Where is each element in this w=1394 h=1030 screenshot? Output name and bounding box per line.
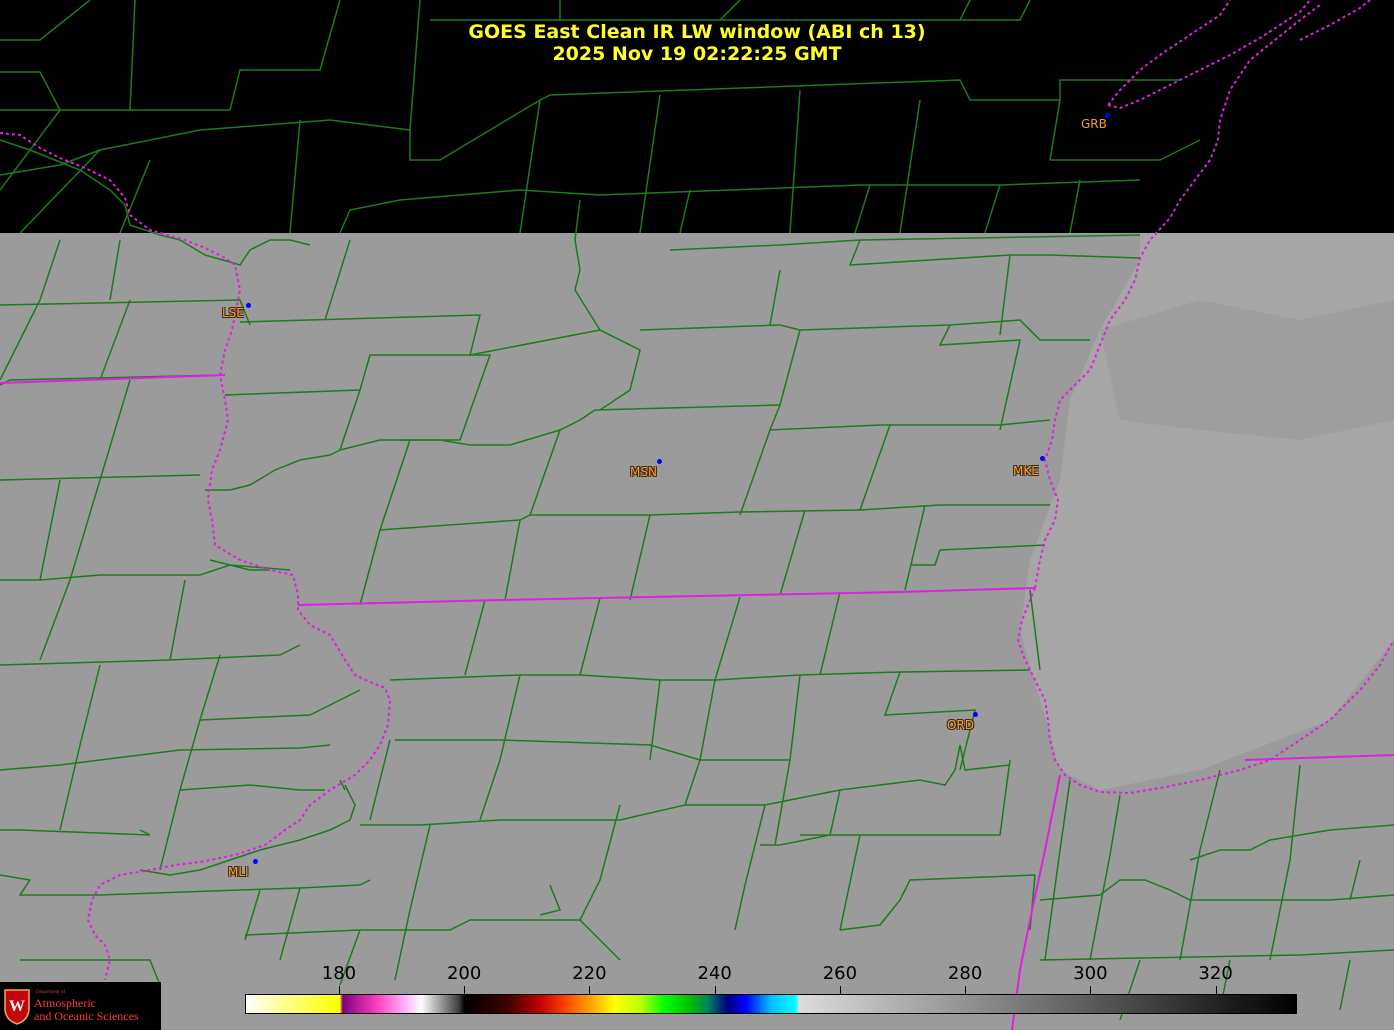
logo-line2: and Oceanic Sciences: [34, 1009, 139, 1023]
station-label-lse: LSE: [222, 306, 244, 320]
station-dot-mke: [1040, 456, 1045, 461]
uw-seal-icon: W: [4, 989, 30, 1025]
temperature-colorbar: [245, 994, 1297, 1014]
colorbar-tick-label: 300: [1073, 963, 1108, 984]
map-timestamp: 2025 Nov 19 02:22:25 GMT: [552, 43, 842, 65]
map-title: GOES East Clean IR LW window (ABI ch 13): [468, 21, 926, 43]
station-label-grb: GRB: [1081, 117, 1107, 131]
station-dot-mli: [253, 859, 258, 864]
svg-text:W: W: [9, 998, 25, 1015]
aos-logo: W Department of Atmospheric and Oceanic …: [0, 982, 161, 1030]
station-dot-msn: [657, 459, 662, 464]
colorbar-tick-label: 320: [1198, 963, 1233, 984]
colorbar-tick-mark: [589, 986, 591, 994]
station-label-mke: MKE: [1013, 464, 1039, 478]
colorbar-tick-mark: [464, 986, 466, 994]
cloud-area-dark: [1100, 300, 1394, 440]
station-label-ord: ORD: [947, 718, 975, 732]
colorbar-tick-label: 200: [446, 963, 482, 984]
station-dot-lse: [246, 303, 251, 308]
satellite-map: [0, 0, 1394, 1030]
colorbar-tick-mark: [714, 986, 716, 994]
colorbar-tick-label: 280: [947, 963, 983, 984]
colorbar-tick-label: 220: [572, 963, 607, 984]
colorbar-tick-mark: [965, 986, 967, 994]
colorbar-tick-mark: [1215, 986, 1217, 994]
logo-department: Department of: [36, 990, 66, 995]
colorbar-tick-label: 180: [321, 963, 357, 984]
station-label-mli: MLI: [228, 865, 249, 879]
colorbar-tick-label: 240: [697, 963, 732, 984]
colorbar-tick-mark: [839, 986, 841, 994]
station-label-msn: MSN: [630, 465, 657, 479]
colorbar-tick-label: 260: [822, 963, 858, 984]
colorbar-tick-mark: [1090, 986, 1092, 994]
colorbar-tick-mark: [338, 986, 340, 994]
station-dot-ord: [973, 712, 978, 717]
